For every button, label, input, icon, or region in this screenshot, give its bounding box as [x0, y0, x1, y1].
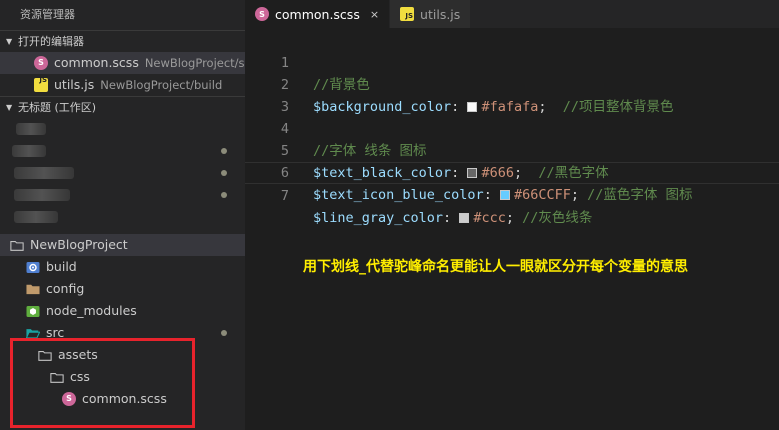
- modified-dot: [221, 192, 227, 198]
- open-editor-name: utils.js: [54, 77, 95, 92]
- scss-variable: $text_icon_blue_color: [313, 187, 484, 203]
- color-swatch[interactable]: [499, 190, 510, 200]
- tree-item-label: common.scss: [82, 391, 167, 406]
- js-icon: JS: [400, 7, 415, 21]
- code-comment: //背景色: [313, 77, 370, 93]
- tree-item-label: css: [70, 369, 90, 384]
- color-swatch[interactable]: [459, 213, 470, 223]
- redacted-item[interactable]: [0, 162, 245, 184]
- redacted-item[interactable]: [0, 206, 245, 228]
- close-icon[interactable]: ×: [370, 8, 379, 21]
- code-comment: //字体 线条 图标: [313, 143, 427, 159]
- tab-common-scss[interactable]: S common.scss ×: [245, 0, 391, 28]
- tree-item-config[interactable]: config: [0, 278, 245, 300]
- tree-item-node-modules[interactable]: node_modules: [0, 300, 245, 322]
- sass-icon: S: [34, 56, 48, 70]
- open-editor-name: common.scss: [54, 55, 139, 70]
- node-folder-icon: [26, 304, 40, 318]
- redacted-text: [14, 189, 70, 201]
- chevron-down-icon: ▼: [6, 36, 13, 46]
- tree-item-label: assets: [58, 347, 98, 362]
- redacted-item[interactable]: [0, 118, 245, 140]
- open-editor-path: NewBlogProject/s...: [144, 56, 245, 70]
- explorer-title: 资源管理器: [20, 8, 75, 21]
- code-editor[interactable]: 1 //背景色 2 $background_color: #fafafa; //…: [245, 28, 779, 430]
- project-name: NewBlogProject: [30, 237, 128, 252]
- tab-label: common.scss: [275, 6, 360, 22]
- line-number: 7: [280, 188, 289, 204]
- code-line: 2 $background_color: #fafafa; //项目整体背景色: [245, 52, 674, 115]
- redacted-text: [14, 167, 74, 179]
- js-icon: JS: [34, 76, 48, 92]
- open-editors-label: 打开的编辑器: [18, 34, 84, 48]
- tree-item-label: config: [46, 281, 85, 296]
- open-folder-icon: [10, 238, 24, 252]
- workspace-label: 无标题 (工作区): [18, 100, 97, 114]
- sass-icon: S: [62, 392, 76, 406]
- annotation-text: 用下划线_代替驼峰命名更能让人一眼就区分开每个变量的意思: [303, 259, 688, 275]
- tab-bar: S common.scss × JS utils.js: [245, 0, 779, 28]
- color-value: #fafafa: [481, 99, 539, 115]
- scss-variable: $line_gray_color: [313, 210, 444, 226]
- code-line: 5 $text_black_color: #666; //黑色字体: [245, 118, 609, 181]
- redacted-item[interactable]: [0, 184, 245, 206]
- folder-icon: [38, 348, 52, 362]
- color-value: #ccc: [473, 210, 506, 226]
- explorer-sidebar: 资源管理器 ▼ 打开的编辑器 S common.scss NewBlogProj…: [0, 0, 245, 430]
- modified-dot: [221, 330, 227, 336]
- modified-dot: [221, 170, 227, 176]
- open-editor-utils-js[interactable]: JS utils.js NewBlogProject/build: [0, 74, 245, 96]
- code-line: 4 //字体 线条 图标: [245, 96, 427, 159]
- open-folder-icon: [26, 326, 40, 340]
- redacted-text: [16, 123, 46, 135]
- tree-item-common-scss[interactable]: S common.scss: [0, 388, 245, 410]
- open-editor-common-scss[interactable]: S common.scss NewBlogProject/s...: [0, 52, 245, 74]
- tree-item-css[interactable]: css: [0, 366, 245, 388]
- tree-item-src[interactable]: src: [0, 322, 245, 344]
- color-value: #66CCFF: [513, 187, 571, 203]
- redacted-text: [12, 145, 46, 157]
- code-comment: //蓝色字体 图标: [587, 187, 693, 203]
- tree-item-label: build: [46, 259, 77, 274]
- gear-folder-icon: [26, 260, 40, 274]
- folder-icon: [26, 282, 40, 296]
- chevron-down-icon: ▼: [6, 102, 13, 112]
- redacted-item[interactable]: [0, 140, 245, 162]
- modified-dot: [221, 148, 227, 154]
- code-line: 6 $text_icon_blue_color: #66CCFF; //蓝色字体…: [245, 140, 693, 203]
- code-line-current: 7 $line_gray_color: #ccc; //灰色线条: [245, 162, 779, 226]
- tree-item-build[interactable]: build: [0, 256, 245, 278]
- color-swatch[interactable]: [467, 102, 478, 112]
- tab-utils-js[interactable]: JS utils.js: [390, 0, 472, 28]
- tab-label: utils.js: [420, 6, 461, 22]
- code-line: 3: [245, 74, 289, 115]
- open-editors-header[interactable]: ▼ 打开的编辑器: [0, 30, 245, 52]
- code-comment: //灰色线条: [522, 210, 593, 226]
- scss-variable: $background_color: [313, 99, 452, 115]
- tree-item-label: node_modules: [46, 303, 137, 318]
- code-comment: //项目整体背景色: [562, 99, 674, 115]
- folder-icon: [50, 370, 64, 384]
- sass-icon: S: [255, 7, 269, 21]
- redacted-text: [14, 211, 58, 223]
- open-editor-path: NewBlogProject/build: [100, 78, 223, 92]
- project-folder[interactable]: NewBlogProject: [0, 234, 245, 256]
- code-line: 1 //背景色: [245, 30, 370, 93]
- tree-item-assets[interactable]: assets: [0, 344, 245, 366]
- tree-item-label: src: [46, 325, 65, 340]
- workspace-header[interactable]: ▼ 无标题 (工作区): [0, 96, 245, 118]
